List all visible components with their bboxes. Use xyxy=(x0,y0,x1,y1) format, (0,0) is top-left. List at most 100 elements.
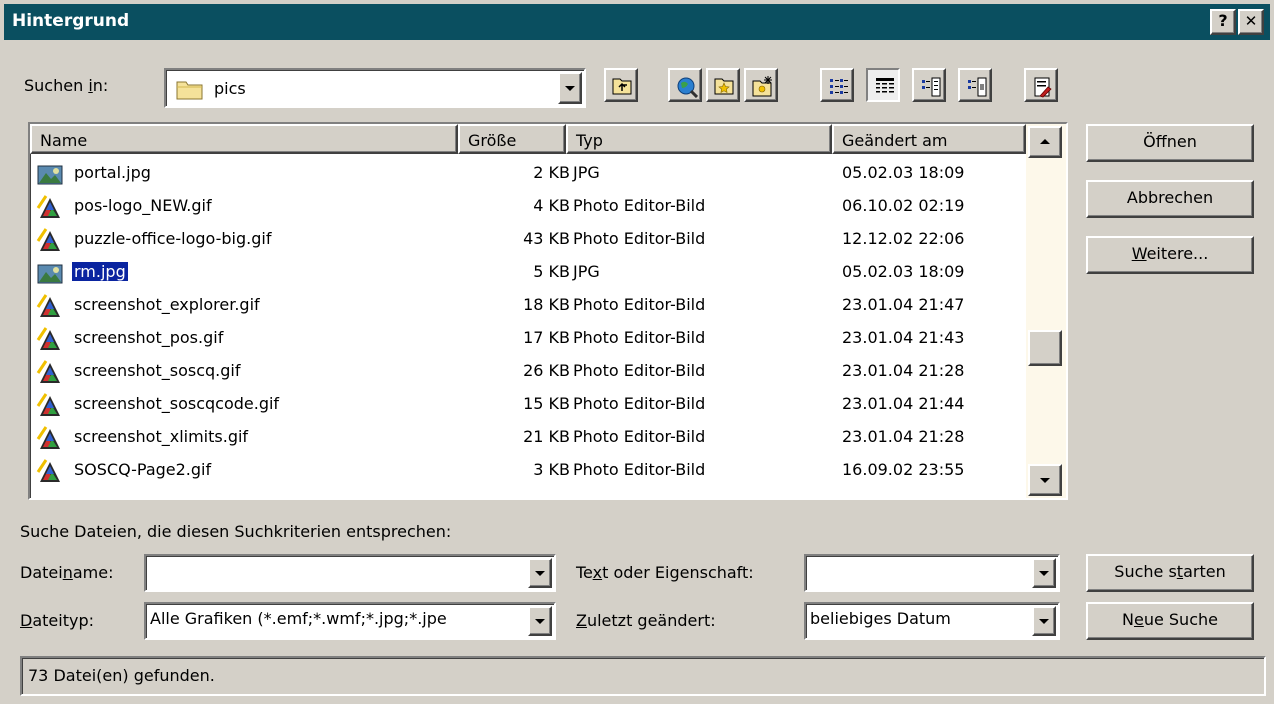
filename-dropdown-button[interactable] xyxy=(528,558,552,588)
properties-view-icon xyxy=(922,77,941,97)
view-list-button[interactable] xyxy=(820,68,854,102)
file-type: Photo Editor-Bild xyxy=(573,427,706,446)
file-row[interactable]: rm.jpg 5 KB JPG 05.02.03 18:09 xyxy=(30,257,1025,290)
file-name: screenshot_soscqcode.gif xyxy=(74,394,280,413)
vertical-scrollbar[interactable] xyxy=(1026,124,1066,498)
file-type: Photo Editor-Bild xyxy=(573,394,706,413)
look-in-dropdown-button[interactable] xyxy=(558,72,582,104)
file-row[interactable]: screenshot_soscqcode.gif 15 KB Photo Edito… xyxy=(30,389,1025,422)
file-modified: 05.02.03 18:09 xyxy=(842,262,965,281)
file-row[interactable]: screenshot_xlimits.gif 21 KB Photo Editor-… xyxy=(30,422,1025,455)
scroll-up-button[interactable] xyxy=(1028,126,1062,158)
photo-editor-icon xyxy=(36,227,64,255)
last-modified-dropdown-button[interactable] xyxy=(1032,606,1056,636)
text-property-label: Text oder Eigenschaft: xyxy=(576,563,754,582)
file-name: puzzle-office-logo-big.gif xyxy=(74,229,272,248)
search-start-button[interactable]: Suche starten xyxy=(1086,554,1254,592)
cancel-button[interactable]: Abbrechen xyxy=(1086,180,1254,218)
file-name: screenshot_explorer.gif xyxy=(74,295,260,314)
search-criteria-heading: Suche Dateien, die diesen Suchkriterien … xyxy=(20,522,452,541)
file-size: 18 KB xyxy=(523,295,570,314)
view-details-button[interactable] xyxy=(866,68,900,102)
file-type: Photo Editor-Bild xyxy=(573,328,706,347)
commands-button[interactable] xyxy=(1024,68,1058,102)
text-property-dropdown-button[interactable] xyxy=(1032,558,1056,588)
jpg-file-icon xyxy=(36,161,64,189)
scroll-down-button[interactable] xyxy=(1028,464,1062,496)
file-row[interactable]: SOSCQ-Page2.gif 3 KB Photo Editor-Bild 16.0… xyxy=(30,455,1025,488)
last-modified-combo[interactable]: beliebiges Datum xyxy=(804,602,1060,640)
file-list[interactable]: Name Größe Typ Geändert am portal.jpg 2 K… xyxy=(28,122,1068,500)
preview-view-icon xyxy=(968,77,987,97)
chevron-down-icon xyxy=(535,619,545,624)
file-row[interactable]: screenshot_pos.gif 17 KB Photo Editor-Bild… xyxy=(30,323,1025,356)
details-view-icon xyxy=(876,78,894,93)
file-name: SOSCQ-Page2.gif xyxy=(74,460,212,479)
chevron-down-icon xyxy=(535,571,545,576)
text-property-combo[interactable] xyxy=(804,554,1060,592)
search-web-button[interactable] xyxy=(668,68,702,102)
file-type: JPG xyxy=(573,262,600,281)
chevron-down-icon xyxy=(1039,571,1049,576)
up-folder-icon xyxy=(612,78,632,95)
favorites-button[interactable] xyxy=(706,68,740,102)
filename-combo[interactable] xyxy=(144,554,556,592)
open-button[interactable]: Öffnen xyxy=(1086,124,1254,162)
filename-label: Dateiname: xyxy=(20,563,114,582)
file-modified: 23.01.04 21:43 xyxy=(842,328,965,347)
help-button[interactable]: ? xyxy=(1210,9,1236,35)
file-size: 26 KB xyxy=(523,361,570,380)
filetype-label: Dateityp: xyxy=(20,611,94,630)
file-row[interactable]: puzzle-office-logo-big.gif 43 KB Photo Edi… xyxy=(30,224,1025,257)
file-name: pos-logo_NEW.gif xyxy=(74,196,212,215)
last-modified-value: beliebiges Datum xyxy=(810,609,951,628)
close-button[interactable]: ✕ xyxy=(1238,9,1264,35)
column-header-name[interactable]: Name xyxy=(30,124,458,154)
up-folder-button[interactable] xyxy=(604,68,638,102)
chevron-down-icon xyxy=(565,86,575,91)
column-header-modified[interactable]: Geändert am xyxy=(832,124,1026,154)
globe-search-icon xyxy=(677,77,698,98)
file-modified: 23.01.04 21:44 xyxy=(842,394,965,413)
file-modified: 23.01.04 21:47 xyxy=(842,295,965,314)
status-bar: 73 Datei(en) gefunden. xyxy=(20,656,1266,696)
column-header-type[interactable]: Typ xyxy=(566,124,832,154)
file-row[interactable]: portal.jpg 2 KB JPG 05.02.03 18:09 xyxy=(30,158,1025,191)
filetype-dropdown-button[interactable] xyxy=(528,606,552,636)
view-preview-button[interactable] xyxy=(958,68,992,102)
file-name: screenshot_soscq.gif xyxy=(74,361,241,380)
new-folder-button[interactable] xyxy=(744,68,778,102)
filetype-combo[interactable]: Alle Grafiken (*.emf;*.wmf;*.jpg;*.jpe xyxy=(144,602,556,640)
file-type: Photo Editor-Bild xyxy=(573,295,706,314)
last-modified-label: Zuletzt geändert: xyxy=(576,611,716,630)
photo-editor-icon xyxy=(36,359,64,387)
file-type: Photo Editor-Bild xyxy=(573,361,706,380)
favorites-folder-icon xyxy=(714,78,734,95)
new-search-button[interactable]: Neue Suche xyxy=(1086,602,1254,640)
look-in-label: Suchen in: xyxy=(24,76,109,95)
status-text: 73 Datei(en) gefunden. xyxy=(28,666,215,685)
new-folder-icon xyxy=(752,76,772,97)
file-type: Photo Editor-Bild xyxy=(573,460,706,479)
look-in-combo[interactable]: pics xyxy=(164,68,586,108)
photo-editor-icon xyxy=(36,392,64,420)
file-row[interactable]: screenshot_soscq.gif 26 KB Photo Editor-Bi… xyxy=(30,356,1025,389)
title-bar[interactable]: Hintergrund ? ✕ xyxy=(4,4,1270,40)
file-size: 21 KB xyxy=(523,427,570,446)
file-open-dialog: Hintergrund ? ✕ Suchen in: pics Name Grö… xyxy=(0,0,1274,704)
file-row[interactable]: screenshot_explorer.gif 18 KB Photo Editor… xyxy=(30,290,1025,323)
more-button[interactable]: Weitere... xyxy=(1086,236,1254,274)
photo-editor-icon xyxy=(36,293,64,321)
photo-editor-icon xyxy=(36,458,64,486)
scroll-thumb[interactable] xyxy=(1028,330,1062,366)
file-modified: 06.10.02 02:19 xyxy=(842,196,965,215)
file-type: Photo Editor-Bild xyxy=(573,196,706,215)
photo-editor-icon xyxy=(36,194,64,222)
file-type: Photo Editor-Bild xyxy=(573,229,706,248)
file-modified: 23.01.04 21:28 xyxy=(842,361,965,380)
file-row[interactable]: pos-logo_NEW.gif 4 KB Photo Editor-Bild 06.… xyxy=(30,191,1025,224)
view-properties-button[interactable] xyxy=(912,68,946,102)
file-size: 4 KB xyxy=(533,196,570,215)
column-header-size[interactable]: Größe xyxy=(458,124,566,154)
file-name: screenshot_xlimits.gif xyxy=(74,427,249,446)
